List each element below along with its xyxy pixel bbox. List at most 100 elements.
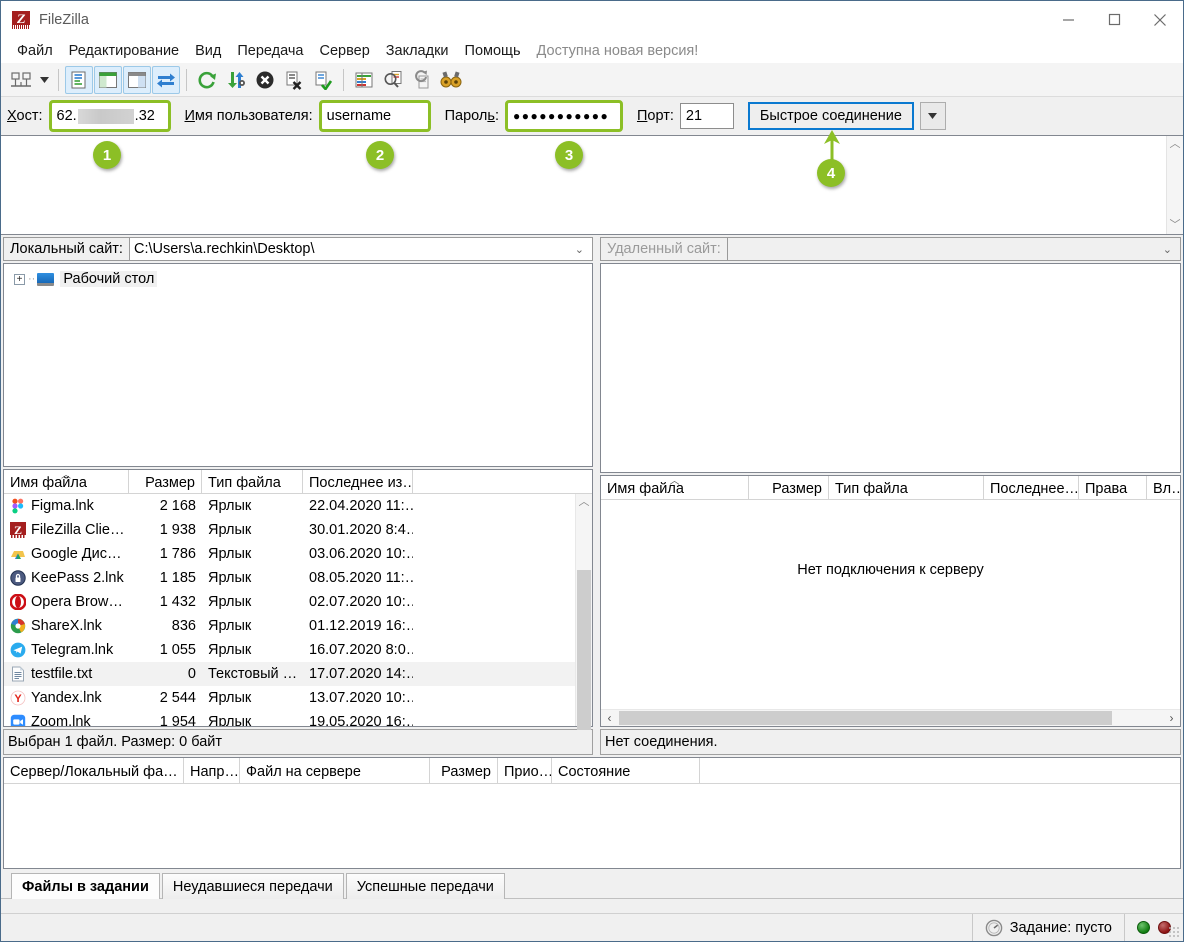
table-row[interactable]: ShareX.lnk 836 Ярлык 01.12.2019 16:… [4, 614, 575, 638]
toggle-transfer-queue-icon[interactable] [152, 65, 180, 94]
toggle-message-log-icon[interactable] [65, 65, 93, 94]
quickconnect-button[interactable]: Быстрое соединение [747, 102, 914, 130]
table-row[interactable]: Telegram.lnk 1 055 Ярлык 16.07.2020 8:0… [4, 638, 575, 662]
remote-file-list[interactable]: ︿ Имя файла Размер Тип файла Последнее… … [600, 475, 1181, 727]
tree-dots: ·· [28, 273, 36, 285]
queue-column-remote-file[interactable]: Файл на сервере [240, 758, 430, 783]
table-row[interactable]: KeePass 2.lnk 1 185 Ярлык 08.05.2020 11:… [4, 566, 575, 590]
tab-failed-transfers[interactable]: Неудавшиеся передачи [161, 873, 344, 899]
column-header-filename[interactable]: ︿ Имя файла [601, 476, 749, 499]
port-field[interactable]: 21 [679, 103, 734, 129]
queue-column-direction[interactable]: Напр… [184, 758, 240, 783]
local-file-list[interactable]: ︿ Имя файла Размер Тип файла Последнее и… [3, 469, 593, 730]
transfer-queue[interactable]: Сервер/Локальный фа… Напр… Файл на серве… [3, 757, 1181, 869]
table-row[interactable]: Opera Brow… 1 432 Ярлык 02.07.2020 10:… [4, 590, 575, 614]
remote-directory-tree[interactable] [600, 263, 1181, 473]
file-size: 2 544 [159, 690, 196, 706]
column-header-permissions[interactable]: Права [1079, 476, 1147, 499]
host-field[interactable]: 62. .32 [48, 100, 171, 132]
menu-bookmarks[interactable]: Закладки [378, 43, 457, 59]
toggle-local-tree-icon[interactable] [94, 65, 122, 94]
synchronized-browsing-icon[interactable] [408, 66, 436, 94]
queue-column-status[interactable]: Состояние [552, 758, 700, 783]
scroll-left-icon[interactable]: ‹ [601, 711, 618, 725]
file-size: 1 938 [159, 522, 196, 538]
toggle-remote-tree-icon[interactable] [123, 65, 151, 94]
column-header-filetype[interactable]: Тип файла [202, 470, 303, 493]
queue-column-filler [700, 758, 1180, 783]
tree-item-desktop[interactable]: + ·· Рабочий стол [4, 269, 592, 289]
file-size: 1 432 [159, 594, 196, 610]
local-file-list-scrollbar[interactable]: ︿ ﹀ [575, 494, 592, 730]
scroll-right-icon[interactable]: › [1163, 711, 1180, 725]
password-label: Пароль: [444, 108, 499, 124]
refresh-icon[interactable] [193, 66, 221, 94]
cancel-operation-icon[interactable] [251, 66, 279, 94]
queue-column-priority[interactable]: Прио… [498, 758, 552, 783]
username-field[interactable]: username [318, 100, 431, 132]
scroll-down-icon[interactable]: ﹀ [1170, 220, 1181, 231]
table-row[interactable]: Figma.lnk 2 168 Ярлык 22.04.2020 11:… [4, 494, 575, 518]
menu-edit[interactable]: Редактирование [61, 43, 187, 59]
queue-column-server-local-file[interactable]: Сервер/Локальный фа… [4, 758, 184, 783]
tab-successful-transfers[interactable]: Успешные передачи [345, 873, 505, 899]
column-header-filetype[interactable]: Тип файла [829, 476, 984, 499]
message-log-scrollbar[interactable]: ︿ ﹀ [1166, 136, 1183, 234]
scrollbar-thumb[interactable] [619, 711, 1112, 725]
menu-new-version-notice[interactable]: Доступна новая версия! [529, 43, 707, 59]
filter-icon[interactable] [350, 66, 378, 94]
tree-expander-icon[interactable]: + [14, 273, 25, 285]
sharex-icon [10, 618, 26, 634]
tab-queued-files[interactable]: Файлы в задании [11, 873, 160, 899]
menu-help[interactable]: Помощь [457, 43, 529, 59]
maximize-button[interactable] [1091, 1, 1137, 38]
file-name: testfile.txt [31, 666, 93, 682]
local-path-combo[interactable]: C:\Users\a.rechkin\Desktop\ ⌄ [129, 237, 593, 261]
column-header-modified[interactable]: Последнее… [984, 476, 1079, 499]
minimize-button[interactable] [1045, 1, 1091, 38]
table-row[interactable]: Y Yandex.lnk 2 544 Ярлык 13.07.2020 10:… [4, 686, 575, 710]
sort-ascending-icon: ︿ [61, 470, 71, 481]
local-directory-tree[interactable]: + ·· Рабочий стол [3, 263, 593, 467]
search-remote-files-icon[interactable] [437, 66, 465, 94]
password-field[interactable]: ●●●●●●●●●●● [504, 100, 623, 132]
file-type: Ярлык [208, 546, 252, 562]
menu-server[interactable]: Сервер [311, 43, 377, 59]
menu-transfer[interactable]: Передача [229, 43, 311, 59]
table-row[interactable]: Z FileZilla Clie… 1 938 Ярлык 30.01.2020… [4, 518, 575, 542]
column-header-filename[interactable]: ︿ Имя файла [4, 470, 129, 493]
process-queue-icon[interactable] [222, 66, 250, 94]
scrollbar-thumb[interactable] [577, 570, 591, 730]
remote-file-list-hscrollbar[interactable]: ‹ › [601, 709, 1180, 726]
close-button[interactable] [1137, 1, 1183, 38]
site-manager-dropdown-icon[interactable] [36, 66, 52, 94]
column-header-size[interactable]: Размер [129, 470, 202, 493]
status-bar-queue: Задание: пусто [973, 914, 1125, 941]
column-header-modified[interactable]: Последнее из… [303, 470, 413, 493]
quickconnect-dropdown-button[interactable] [919, 102, 946, 130]
menu-view[interactable]: Вид [187, 43, 229, 59]
filezilla-icon: Z [10, 522, 26, 538]
file-size: 1 786 [159, 546, 196, 562]
table-row[interactable]: Google Дис… 1 786 Ярлык 03.06.2020 10:… [4, 542, 575, 566]
scroll-up-icon[interactable]: ︿ [579, 494, 590, 511]
column-header-size[interactable]: Размер [749, 476, 829, 499]
remote-path-combo[interactable]: ⌄ [727, 237, 1181, 261]
table-row[interactable]: Zoom.lnk 1 954 Ярлык 19.05.2020 16:… [4, 710, 575, 726]
transfer-queue-rows [4, 784, 1180, 868]
resize-grip[interactable] [1168, 926, 1180, 938]
column-header-owner[interactable]: Вл… [1147, 476, 1180, 499]
queue-column-size[interactable]: Размер [430, 758, 498, 783]
scroll-up-icon[interactable]: ︿ [1170, 139, 1181, 150]
local-file-rows: Figma.lnk 2 168 Ярлык 22.04.2020 11:… Z … [4, 494, 575, 726]
disconnect-icon[interactable] [280, 66, 308, 94]
menu-file[interactable]: Файл [9, 43, 61, 59]
site-manager-icon[interactable] [7, 66, 35, 94]
directory-compare-icon[interactable] [379, 66, 407, 94]
remote-pane: Удаленный сайт: ⌄ ︿ Имя файла Размер Тип… [598, 235, 1183, 757]
reconnect-icon[interactable] [309, 66, 337, 94]
file-name: Figma.lnk [31, 498, 94, 514]
remote-site-row: Удаленный сайт: ⌄ [598, 235, 1183, 263]
window-title: FileZilla [39, 11, 89, 28]
table-row[interactable]: testfile.txt 0 Текстовый … 17.07.2020 14… [4, 662, 575, 686]
